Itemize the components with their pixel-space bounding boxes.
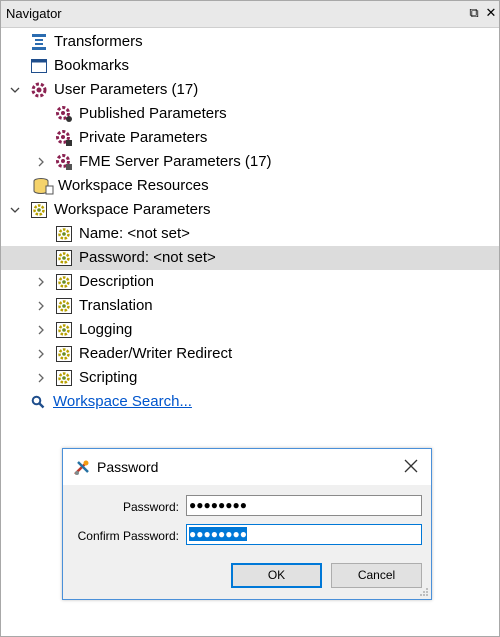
tree-item-label: Transformers [54, 33, 143, 50]
tree-item-label: Logging [79, 321, 133, 338]
parameter-icon [56, 298, 72, 314]
parameter-icon [56, 346, 72, 362]
chevron-right-icon[interactable] [35, 372, 47, 384]
dialog-titlebar: Password [63, 449, 431, 485]
password-value: ●●●●●●●● [189, 498, 247, 512]
chevron-right-icon[interactable] [35, 348, 47, 360]
private-parameters-icon [56, 130, 72, 146]
search-icon [31, 395, 45, 409]
tree-item-description[interactable]: Description [1, 270, 499, 294]
fme-server-parameters-icon [56, 154, 72, 170]
parameter-icon [56, 370, 72, 386]
user-parameters-icon [31, 82, 47, 98]
tree-item-transformers[interactable]: Transformers [1, 30, 499, 54]
tree-item-label: FME Server Parameters (17) [79, 153, 272, 170]
tree-item-label: Published Parameters [79, 105, 227, 122]
workspace-search-link[interactable]: Workspace Search... [53, 390, 192, 414]
tree-item-label: Description [79, 273, 155, 290]
tree-item-label: Workspace Resources [58, 177, 209, 194]
parameter-icon [56, 250, 72, 266]
tree-item-workspace-resources[interactable]: Workspace Resources [1, 174, 499, 198]
cancel-button[interactable]: Cancel [331, 563, 422, 588]
chevron-down-icon[interactable] [9, 84, 21, 96]
tree-item-scripting[interactable]: Scripting [1, 366, 499, 390]
dialog-title: Password [97, 459, 159, 475]
ok-button[interactable]: OK [231, 563, 322, 588]
chevron-down-icon[interactable] [9, 204, 21, 216]
password-dialog: Password Password: ●●●●●●●● Confirm Pass… [62, 448, 432, 600]
tree-item-published-parameters[interactable]: Published Parameters [1, 102, 499, 126]
tree-item-label: Workspace Parameters [54, 201, 211, 218]
tree-item-name[interactable]: Name: <not set> [1, 222, 499, 246]
tree-item-label: Name: <not set> [79, 225, 190, 242]
tree-item-private-parameters[interactable]: Private Parameters [1, 126, 499, 150]
workspace-parameters-icon [31, 202, 47, 218]
tree-item-user-parameters[interactable]: User Parameters (17) [1, 78, 499, 102]
chevron-right-icon[interactable] [35, 156, 47, 168]
database-icon [33, 178, 54, 195]
tree-item-translation[interactable]: Translation [1, 294, 499, 318]
tree-item-bookmarks[interactable]: Bookmarks [1, 54, 499, 78]
parameter-icon [56, 322, 72, 338]
close-icon[interactable] [403, 458, 419, 474]
confirm-password-label: Confirm Password: [77, 529, 179, 543]
chevron-right-icon[interactable] [35, 276, 47, 288]
published-parameters-icon [56, 106, 72, 122]
password-label: Password: [122, 500, 179, 514]
fme-app-icon [74, 460, 89, 475]
bookmark-icon [31, 59, 47, 73]
tree-item-label: Password: <not set> [79, 249, 216, 266]
confirm-password-field[interactable]: ●●●●●●●● [186, 524, 422, 545]
tree-item-workspace-parameters[interactable]: Workspace Parameters [1, 198, 499, 222]
tree-item-reader-writer-redirect[interactable]: Reader/Writer Redirect [1, 342, 499, 366]
close-icon[interactable]: ✕ [484, 5, 498, 21]
tree-item-label: Bookmarks [54, 57, 130, 74]
chevron-right-icon[interactable] [35, 300, 47, 312]
tree-item-label: Private Parameters [79, 129, 208, 146]
tree-item-label: Translation [79, 297, 153, 314]
restore-icon[interactable]: ⧉ [467, 5, 481, 21]
tree-item-password[interactable]: Password: <not set> [1, 246, 499, 270]
tree-item-fme-server-parameters[interactable]: FME Server Parameters (17) [1, 150, 499, 174]
password-field[interactable]: ●●●●●●●● [186, 495, 422, 516]
tree-item-label: Scripting [79, 369, 138, 386]
chevron-right-icon[interactable] [35, 324, 47, 336]
parameter-icon [56, 226, 72, 242]
confirm-password-value: ●●●●●●●● [189, 527, 247, 541]
tree-item-label: Reader/Writer Redirect [79, 345, 233, 362]
tree-item-workspace-search[interactable]: Workspace Search... [1, 390, 499, 414]
tree-item-label: User Parameters (17) [54, 81, 199, 98]
navigator-titlebar: Navigator ⧉ ✕ [1, 1, 499, 28]
tree-item-logging[interactable]: Logging [1, 318, 499, 342]
resize-grip-icon[interactable] [419, 587, 429, 597]
parameter-icon [56, 274, 72, 290]
transformers-icon [32, 34, 46, 50]
navigator-title: Navigator [6, 6, 62, 21]
